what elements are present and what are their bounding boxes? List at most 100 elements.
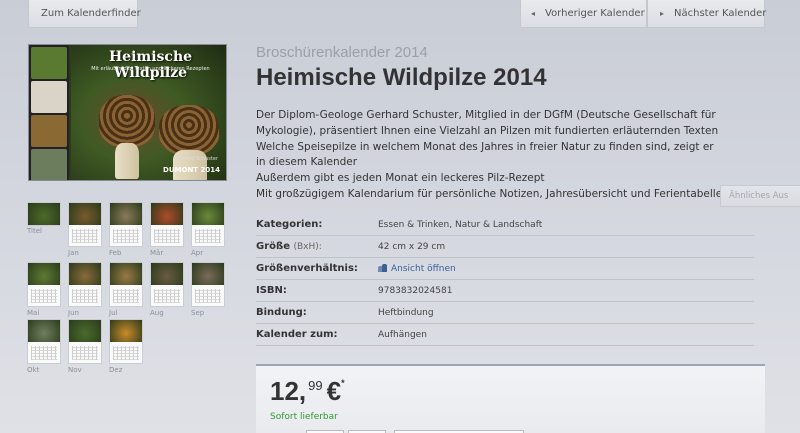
mushroom-cap-shape xyxy=(99,95,155,147)
similar-calendars-button[interactable]: Ähnliches Aus xyxy=(720,185,800,207)
product-subtitle: Broschürenkalender 2014 xyxy=(256,44,428,61)
calendar-page-thumbnail[interactable] xyxy=(150,262,184,307)
thumbnail-label: Feb xyxy=(109,249,122,257)
specs-table: Kategorien: Essen & Trinken, Natur & Lan… xyxy=(256,214,754,346)
calendar-page-thumbnail[interactable] xyxy=(150,202,184,247)
next-calendar-label: Nächster Kalender xyxy=(674,8,767,19)
thumbnail-photo xyxy=(28,203,60,225)
thumbnail-calendar-grid xyxy=(113,289,139,303)
thumbnail-photo xyxy=(28,320,60,342)
spec-value-categories: Essen & Trinken, Natur & Landschaft xyxy=(378,220,543,230)
spec-value-binding: Heftbindung xyxy=(378,308,434,318)
thumbnail-calendar-grid xyxy=(72,346,98,360)
thumbnail-photo xyxy=(110,263,142,285)
mushroom-cap-shape xyxy=(159,105,219,155)
spec-label: Größe (BxH): xyxy=(256,236,322,258)
thumbnail-calendar-grid xyxy=(154,229,180,243)
thumbnail-calendar-grid xyxy=(195,229,221,243)
previous-calendar-button[interactable]: ◂ Vorheriger Kalender xyxy=(520,0,647,28)
cover-image[interactable]: Heimische Wildpilze Mit erläuternden Tex… xyxy=(28,44,227,181)
thumbnail-label: Aug xyxy=(150,309,164,317)
spec-value-isbn: 9783832024581 xyxy=(378,286,453,296)
previous-calendar-label: Vorheriger Kalender xyxy=(545,8,645,19)
spec-label: Kalender zum: xyxy=(256,329,338,340)
calendar-page-thumbnail[interactable] xyxy=(27,262,61,307)
spec-value-size: 42 cm x 29 cm xyxy=(378,242,446,252)
thumbnail-photo xyxy=(192,203,224,225)
chevron-right-icon: ▸ xyxy=(660,9,665,18)
thumbnail-photo xyxy=(69,263,101,285)
calendar-page-thumbnail[interactable] xyxy=(68,319,102,364)
description-line: Welche Speisepilze in welchem Monat des … xyxy=(256,140,714,169)
thumbnail-label: Sep xyxy=(191,309,205,317)
calendar-finder-button[interactable]: Zum Kalenderfinder xyxy=(28,0,141,28)
calendar-page-thumbnail[interactable] xyxy=(109,319,143,364)
thumbnail-photo xyxy=(192,263,224,285)
cover-brand: DUMONT 2014 xyxy=(163,166,220,174)
spec-row-kalender: Kalender zum: Aufhängen xyxy=(256,324,754,346)
similar-calendars-label: Ähnliches Aus xyxy=(729,191,789,201)
spec-label: ISBN: xyxy=(256,285,287,296)
spec-value-mounting: Aufhängen xyxy=(378,330,427,340)
thumbnail-calendar-grid xyxy=(72,289,98,303)
spec-row-bindung: Bindung: Heftbindung xyxy=(256,302,754,324)
thumbnail-photo xyxy=(151,203,183,225)
spec-label: Kategorien: xyxy=(256,219,323,230)
thumbnail-label: Jul xyxy=(109,309,118,317)
open-size-view-link[interactable]: Ansicht öffnen xyxy=(378,258,456,280)
spec-row-kategorien: Kategorien: Essen & Trinken, Natur & Lan… xyxy=(256,214,754,236)
thumbnail-photo xyxy=(69,203,101,225)
price-asterisk: * xyxy=(341,378,345,388)
price-euros: 12, xyxy=(270,376,307,406)
thumbnail-label: Jan xyxy=(68,249,79,257)
spec-label-unit: (BxH): xyxy=(293,242,322,252)
spec-row-groesse: Größe (BxH): 42 cm x 29 cm xyxy=(256,236,754,258)
thumbnail-calendar-grid xyxy=(154,289,180,303)
spec-label-text: Größe xyxy=(256,241,290,252)
product-description: Der Diplom-Geologe Gerhard Schuster, Mit… xyxy=(256,108,726,203)
thumbnail-calendar-grid xyxy=(31,346,57,360)
thumbnail-label: Nov xyxy=(68,366,82,374)
next-calendar-button[interactable]: ▸ Nächster Kalender xyxy=(647,0,767,28)
thumbnail-label: Titel xyxy=(27,227,43,235)
price-currency: € xyxy=(326,376,342,406)
thumbnail-calendar-grid xyxy=(113,346,139,360)
chevron-left-icon: ◂ xyxy=(531,9,536,18)
cover-photo-strip xyxy=(29,45,69,180)
calendar-page-thumbnail[interactable] xyxy=(68,202,102,247)
thumbnail-photo xyxy=(110,203,142,225)
thumbnail-calendar-grid xyxy=(113,229,139,243)
thumbnail-label: Mär xyxy=(150,249,164,257)
thumbnail-label: Jun xyxy=(68,309,79,317)
thumbnail-label: Apr xyxy=(191,249,204,257)
cover-subtitle: Mit erläuternden Texten und leckeren Rez… xyxy=(91,66,210,72)
thumbnail-label: Dez xyxy=(109,366,123,374)
thumbnail-calendar-grid xyxy=(72,229,98,243)
calendar-page-thumbnail[interactable] xyxy=(109,262,143,307)
cover-author: Gerhard Schuster xyxy=(174,156,218,162)
spec-label: Bindung: xyxy=(256,307,307,318)
cover-title: Heimische Wildpilze xyxy=(108,49,193,81)
open-size-view-label: Ansicht öffnen xyxy=(391,264,456,274)
calendar-page-thumbnail[interactable] xyxy=(191,202,225,247)
spec-row-verhaeltnis: Größenverhältnis: Ansicht öffnen xyxy=(256,258,754,280)
thumbnail-photo xyxy=(28,263,60,285)
spec-label: Größenverhältnis: xyxy=(256,263,358,274)
calendar-page-thumbnail[interactable] xyxy=(27,319,61,364)
description-line: Der Diplom-Geologe Gerhard Schuster, Mit… xyxy=(256,109,719,137)
people-icon xyxy=(378,263,388,272)
calendar-page-thumbnail[interactable] xyxy=(109,202,143,247)
thumbnail-label: Mai xyxy=(27,309,40,317)
thumbnail-calendar-grid xyxy=(31,289,57,303)
description-line: Mit großzügigem Kalendarium für persönli… xyxy=(256,187,723,200)
calendar-finder-label: Zum Kalenderfinder xyxy=(41,8,141,19)
thumbnail-photo xyxy=(110,320,142,342)
mushroom-stem-shape xyxy=(115,143,139,179)
thumbnail-calendar-grid xyxy=(195,289,221,303)
calendar-page-thumbnail[interactable] xyxy=(191,262,225,307)
price: 12, 99 €* xyxy=(270,376,345,407)
price-cents: 99 xyxy=(308,378,323,393)
calendar-page-thumbnail[interactable] xyxy=(68,262,102,307)
calendar-page-thumbnail[interactable] xyxy=(27,202,61,226)
spec-row-isbn: ISBN: 9783832024581 xyxy=(256,280,754,302)
